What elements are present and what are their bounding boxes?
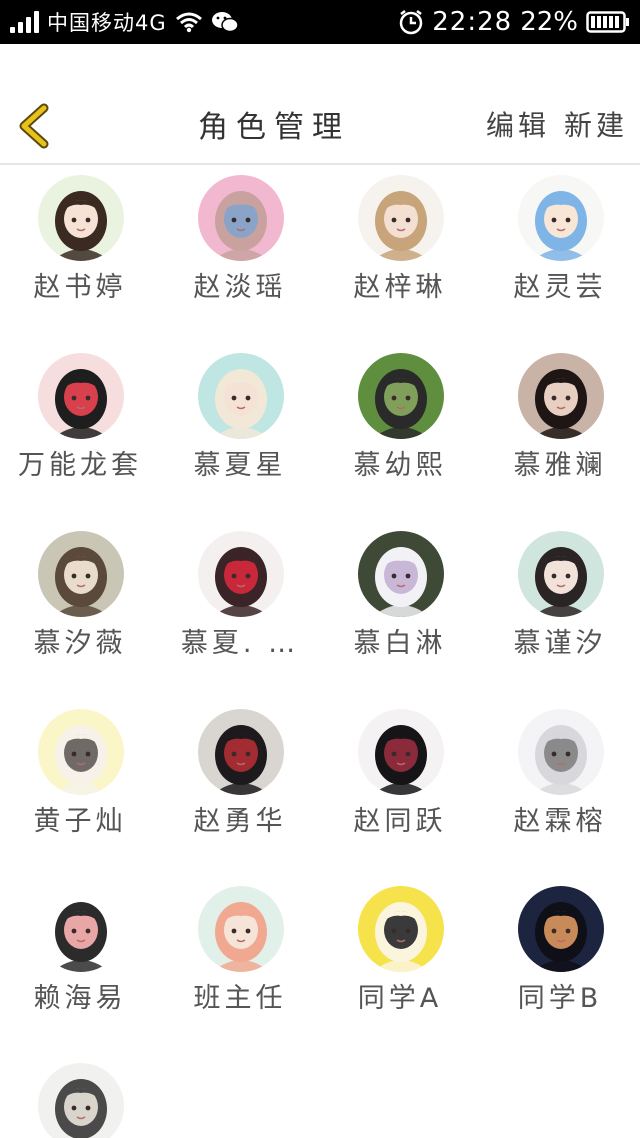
status-bar-right: 22:28 22%	[398, 0, 630, 44]
page-title: 角色管理	[198, 110, 350, 145]
role-item[interactable]: 慕汐薇	[0, 531, 160, 661]
wifi-icon	[175, 12, 202, 33]
role-avatar[interactable]	[38, 1063, 124, 1138]
role-item[interactable]: 同学B	[480, 886, 640, 1016]
role-name: 慕汐薇	[33, 628, 127, 659]
role-avatar[interactable]	[198, 886, 284, 972]
role-avatar[interactable]	[518, 175, 604, 261]
role-item[interactable]: 赵淡瑶	[160, 175, 320, 305]
role-name: 同学B	[517, 983, 603, 1014]
role-name: 黄子灿	[33, 806, 127, 837]
role-name: 赵书婷	[33, 272, 127, 303]
status-bar-left: 中国移动4G	[10, 0, 239, 44]
role-name: 班主任	[193, 983, 287, 1014]
role-grid: 赵书婷 赵淡瑶 赵梓琳 赵灵芸万能龙套 慕夏星 慕幼熙 慕雅斓慕汐薇 慕夏. … 慕白淋 慕谨汐黄…	[0, 165, 640, 1138]
role-avatar[interactable]	[198, 531, 284, 617]
role-item[interactable]	[0, 1063, 160, 1138]
role-name: 赖海易	[33, 983, 127, 1014]
signal-icon	[10, 11, 39, 33]
role-item[interactable]: 赵灵芸	[480, 175, 640, 305]
role-item[interactable]: 赵书婷	[0, 175, 160, 305]
role-avatar[interactable]	[518, 353, 604, 439]
wechat-icon	[211, 12, 239, 33]
role-avatar[interactable]	[38, 886, 124, 972]
role-item[interactable]: 慕幼熙	[320, 353, 480, 483]
role-item[interactable]: 慕夏星	[160, 353, 320, 483]
role-item[interactable]: 赖海易	[0, 886, 160, 1016]
role-avatar[interactable]	[358, 531, 444, 617]
role-item[interactable]: 同学A	[320, 886, 480, 1016]
role-name: 同学A	[357, 983, 443, 1014]
battery-icon	[586, 11, 629, 33]
nav-header: 角色管理 编辑 新建	[0, 44, 640, 165]
role-avatar[interactable]	[358, 175, 444, 261]
role-avatar[interactable]	[38, 531, 124, 617]
role-name: 慕夏星	[193, 450, 287, 481]
role-avatar[interactable]	[518, 531, 604, 617]
alarm-icon	[400, 10, 423, 35]
role-avatar[interactable]	[38, 175, 124, 261]
role-item[interactable]: 慕夏. …	[160, 531, 320, 661]
role-item[interactable]: 慕谨汐	[480, 531, 640, 661]
role-name: 慕谨汐	[513, 628, 607, 659]
role-name: 赵同跃	[353, 806, 447, 837]
role-avatar[interactable]	[518, 709, 604, 795]
role-name: 万能龙套	[18, 450, 142, 481]
role-name: 赵霖榕	[513, 806, 607, 837]
role-item[interactable]: 慕雅斓	[480, 353, 640, 483]
role-name: 慕夏. …	[180, 628, 300, 659]
role-name: 慕雅斓	[513, 450, 607, 481]
role-item[interactable]: 慕白淋	[320, 531, 480, 661]
role-avatar[interactable]	[198, 709, 284, 795]
carrier-name: 中国移动4G	[47, 11, 167, 35]
role-avatar[interactable]	[518, 886, 604, 972]
status-bar: 中国移动4G 22:28 22%	[0, 0, 640, 44]
status-time: 22:28	[432, 7, 513, 37]
role-avatar[interactable]	[358, 353, 444, 439]
role-item[interactable]: 黄子灿	[0, 709, 160, 839]
role-name: 赵淡瑶	[193, 272, 287, 303]
role-avatar[interactable]	[38, 353, 124, 439]
role-name: 赵勇华	[193, 806, 287, 837]
role-name: 赵梓琳	[353, 272, 447, 303]
role-name: 慕白淋	[353, 628, 447, 659]
role-avatar[interactable]	[358, 709, 444, 795]
edit-button[interactable]: 编辑	[486, 104, 550, 144]
role-item[interactable]: 赵同跃	[320, 709, 480, 839]
role-item[interactable]: 赵霖榕	[480, 709, 640, 839]
role-item[interactable]: 万能龙套	[0, 353, 160, 483]
role-name: 赵灵芸	[513, 272, 607, 303]
role-avatar[interactable]	[198, 175, 284, 261]
role-avatar[interactable]	[38, 709, 124, 795]
role-item[interactable]: 班主任	[160, 886, 320, 1016]
role-avatar[interactable]	[358, 886, 444, 972]
role-name: 慕幼熙	[353, 450, 447, 481]
new-button[interactable]: 新建	[564, 104, 628, 144]
role-avatar[interactable]	[198, 353, 284, 439]
battery-percent: 22%	[520, 7, 578, 37]
role-item[interactable]: 赵梓琳	[320, 175, 480, 305]
role-item[interactable]: 赵勇华	[160, 709, 320, 839]
